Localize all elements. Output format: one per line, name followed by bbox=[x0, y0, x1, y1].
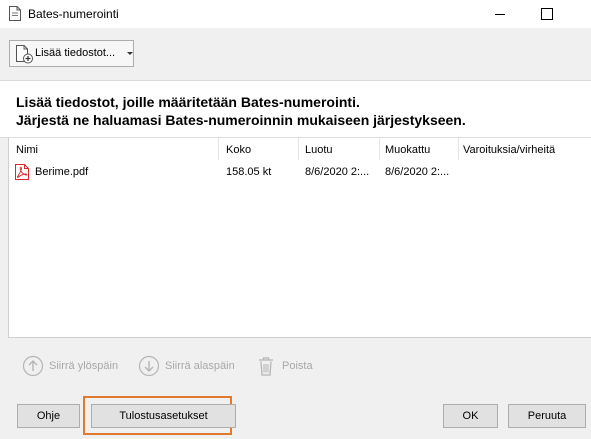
minimize-button[interactable] bbox=[477, 0, 523, 28]
arrow-down-icon bbox=[138, 355, 160, 377]
column-header-name[interactable]: Nimi bbox=[16, 144, 38, 156]
move-up-button[interactable]: Siirrä ylöspäin bbox=[22, 355, 132, 377]
instructions-panel: Lisää tiedostot, joille määritetään Bate… bbox=[0, 80, 591, 138]
toolbar: Lisää tiedostot... bbox=[0, 28, 591, 76]
action-bar: Siirrä ylöspäin Siirrä alaspäin Poista bbox=[0, 345, 591, 385]
trash-icon bbox=[259, 357, 273, 376]
cancel-button[interactable]: Peruuta bbox=[508, 404, 586, 428]
move-down-button[interactable]: Siirrä alaspäin bbox=[138, 355, 248, 377]
remove-label: Poista bbox=[282, 360, 313, 372]
arrow-up-icon bbox=[22, 355, 44, 377]
column-divider[interactable] bbox=[458, 138, 459, 160]
add-files-button[interactable]: Lisää tiedostot... bbox=[9, 40, 134, 67]
add-files-label: Lisää tiedostot... bbox=[35, 47, 116, 59]
window-title: Bates-numerointi bbox=[28, 7, 119, 21]
column-header-warnings[interactable]: Varoituksia/virheitä bbox=[463, 144, 555, 156]
document-icon bbox=[9, 6, 21, 21]
move-up-label: Siirrä ylöspäin bbox=[49, 360, 119, 372]
file-list: Nimi Koko Luotu Muokattu Varoituksia/vir… bbox=[8, 138, 591, 338]
remove-button[interactable]: Poista bbox=[255, 355, 325, 377]
column-header-modified[interactable]: Muokattu bbox=[385, 144, 430, 156]
column-divider[interactable] bbox=[298, 138, 299, 160]
file-modified: 8/6/2020 2:... bbox=[385, 166, 450, 178]
column-divider[interactable] bbox=[218, 138, 219, 160]
column-header-created[interactable]: Luotu bbox=[305, 144, 333, 156]
file-name: Berime.pdf bbox=[35, 166, 89, 178]
instruction-line-2: Järjestä ne haluamasi Bates-numeroinnin … bbox=[16, 112, 466, 128]
column-divider[interactable] bbox=[379, 138, 380, 160]
file-created: 8/6/2020 2:... bbox=[305, 166, 370, 178]
ok-button[interactable]: OK bbox=[443, 404, 498, 428]
title-bar: Bates-numerointi bbox=[0, 0, 591, 28]
move-down-label: Siirrä alaspäin bbox=[165, 360, 235, 372]
maximize-button[interactable] bbox=[523, 0, 569, 28]
chevron-down-icon bbox=[127, 52, 133, 55]
add-document-icon bbox=[16, 45, 33, 64]
print-settings-button[interactable]: Tulostusasetukset bbox=[91, 404, 236, 428]
column-header-size[interactable]: Koko bbox=[226, 144, 251, 156]
pdf-icon bbox=[15, 164, 29, 180]
instruction-line-1: Lisää tiedostot, joille määritetään Bate… bbox=[16, 94, 360, 110]
file-size: 158.05 kt bbox=[226, 166, 272, 178]
table-row[interactable]: Berime.pdf 158.05 kt 8/6/2020 2:... 8/6/… bbox=[9, 162, 591, 182]
help-button[interactable]: Ohje bbox=[17, 404, 80, 428]
